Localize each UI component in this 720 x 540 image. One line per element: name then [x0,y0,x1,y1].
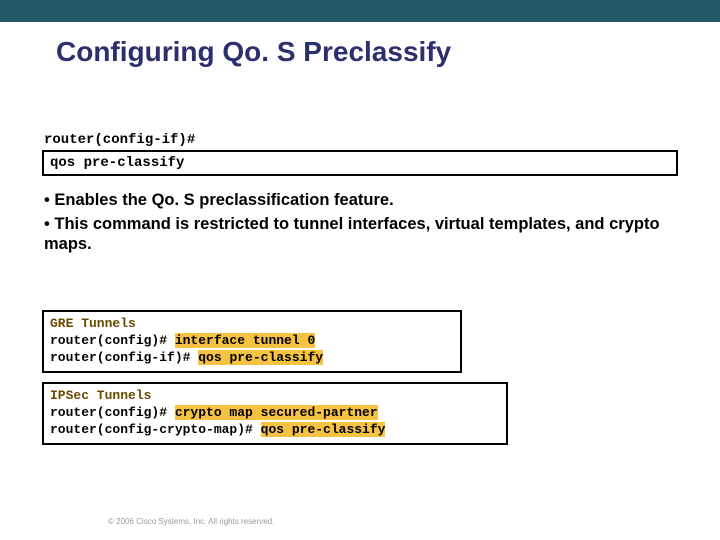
page-title: Configuring Qo. S Preclassify [56,36,451,68]
slide: Configuring Qo. S Preclassify router(con… [0,0,720,540]
command-box: qos pre-classify [42,150,678,176]
example-command-highlight: qos pre-classify [198,350,323,365]
example-ipsec-tunnels: IPSec Tunnels router(config)# crypto map… [42,382,508,445]
command-text: qos pre-classify [50,155,184,171]
example-line: router(config)# interface tunnel 0 [50,333,454,350]
footer-copyright: © 2006 Cisco Systems, Inc. All rights re… [108,517,274,526]
example-prompt: router(config)# [50,405,175,420]
example-line: router(config-if)# qos pre-classify [50,350,454,367]
example-line: router(config-crypto-map)# qos pre-class… [50,422,500,439]
bullet-item: This command is restricted to tunnel int… [44,214,674,255]
example-command-highlight: crypto map secured-partner [175,405,378,420]
example-prompt: router(config)# [50,333,175,348]
example-gre-tunnels: GRE Tunnels router(config)# interface tu… [42,310,462,373]
example-label: IPSec Tunnels [50,388,500,405]
example-prompt: router(config-crypto-map)# [50,422,261,437]
example-prompt: router(config-if)# [50,350,198,365]
example-line: router(config)# crypto map secured-partn… [50,405,500,422]
example-label: GRE Tunnels [50,316,454,333]
bullet-list: Enables the Qo. S preclassification feat… [44,190,674,258]
example-command-highlight: qos pre-classify [261,422,386,437]
top-accent-bar [0,0,720,22]
config-prompt: router(config-if)# [44,132,195,148]
bullet-item: Enables the Qo. S preclassification feat… [44,190,674,211]
example-command-highlight: interface tunnel 0 [175,333,315,348]
